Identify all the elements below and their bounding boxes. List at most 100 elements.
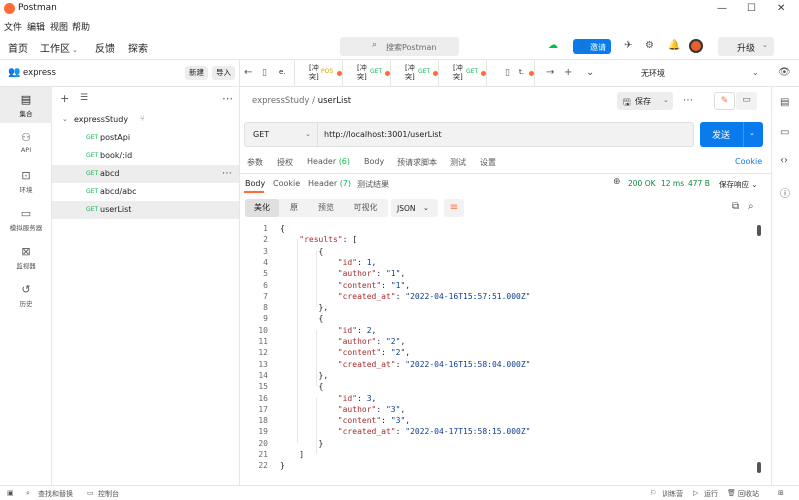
minimize-icon[interactable]: — <box>717 3 727 14</box>
tab-headers[interactable]: Header (6) <box>307 157 350 166</box>
menu-file[interactable]: 文件 <box>4 20 22 33</box>
format-raw[interactable]: 原 <box>279 199 309 217</box>
more-icon[interactable]: ⋯ <box>222 168 232 179</box>
find-replace-button[interactable]: 查找和替换 <box>38 489 73 499</box>
globe-icon[interactable]: ⊕ <box>613 177 621 187</box>
list-item[interactable]: GET abcd/abc <box>52 183 239 201</box>
tab-settings[interactable]: 设置 <box>480 157 496 168</box>
menu-view[interactable]: 视图 <box>50 20 68 33</box>
tab[interactable]: [冲突] GET <box>439 60 487 87</box>
more-icon[interactable]: ⋯ <box>222 92 233 105</box>
list-item[interactable]: GET abcd ⋯ <box>52 165 239 183</box>
collection-row[interactable]: ⌄ expressStudy ⑂ <box>52 111 239 129</box>
save-response-button[interactable]: 保存响应 ⌄ <box>719 179 758 190</box>
sidebar-item-history[interactable]: ↺ 历史 <box>0 277 52 313</box>
comment-icon[interactable]: ▭ <box>736 92 757 110</box>
tab-params[interactable]: 参数 <box>247 157 263 168</box>
tab-tests[interactable]: 测试 <box>450 157 466 168</box>
scrollbar-thumb[interactable] <box>757 225 761 236</box>
invite-button[interactable]: 👤 邀请 <box>573 39 611 54</box>
maximize-icon[interactable]: ☐ <box>747 3 756 14</box>
nav-explore[interactable]: 探索 <box>128 40 148 55</box>
tab-test-results[interactable]: 测试结果 <box>357 179 389 190</box>
cookies-link[interactable]: Cookie <box>735 157 762 166</box>
console-button[interactable]: 控制台 <box>98 489 119 499</box>
nav-home[interactable]: 首页 <box>8 40 28 55</box>
new-button[interactable]: 新建 <box>185 66 208 80</box>
sidebar-item-mock-servers[interactable]: ▭ 模拟服务器 <box>0 201 52 237</box>
upgrade-button[interactable]: 升级 ⌄ <box>718 37 774 56</box>
request-name: postApi <box>100 133 131 142</box>
tab-auth[interactable]: 授权 <box>277 157 293 168</box>
list-item[interactable]: GET userList <box>52 201 239 219</box>
nav-workspace[interactable]: 工作区 ⌄ <box>40 40 78 55</box>
environment-select[interactable]: 无环境 <box>641 68 665 79</box>
bootcamp-button[interactable]: 训练营 <box>662 489 683 499</box>
method-select[interactable]: GET ⌄ <box>244 122 318 147</box>
list-item[interactable]: GET postApi <box>52 129 239 147</box>
sidebar-item-collections[interactable]: ▤ 集合 <box>0 87 52 123</box>
sidebar-item-environments[interactable]: ⊡ 环境 <box>0 163 52 199</box>
tab-prerequest[interactable]: 预请求脚本 <box>397 157 437 168</box>
new-tab-icon[interactable]: + <box>564 67 572 78</box>
bell-icon[interactable]: 🔔 <box>668 40 680 51</box>
eye-icon[interactable]: 👁 <box>778 67 791 78</box>
api-icon: ⚇ <box>21 131 31 144</box>
more-icon[interactable]: ⋯ <box>683 95 693 106</box>
send-button[interactable]: 发送 ⌄ <box>700 122 763 147</box>
documentation-icon[interactable]: ▤ <box>780 97 789 108</box>
breadcrumb-parent[interactable]: expressStudy <box>252 96 309 106</box>
grid-icon[interactable]: ⊞ <box>778 489 784 497</box>
avatar[interactable] <box>689 39 703 53</box>
save-button[interactable]: 🖫 保存 ⌄ <box>617 92 673 110</box>
add-icon[interactable]: + <box>60 92 69 105</box>
copy-icon[interactable]: ⧉ <box>732 201 739 212</box>
info-icon[interactable]: ⓘ <box>780 185 790 200</box>
response-body-viewer[interactable]: 1 {2 "results": [3 {4 "id": 1, 5 "author":… <box>240 224 760 480</box>
wrap-lines-icon[interactable]: ≡ <box>444 199 464 217</box>
nav-feedback[interactable]: 反馈 <box>95 40 115 55</box>
tab-response-headers[interactable]: Header (7) <box>308 179 351 188</box>
search-input[interactable]: ⌕ 搜索Postman <box>340 37 459 56</box>
tab[interactable]: [冲突] POS <box>295 60 343 87</box>
tab-body[interactable]: Body <box>364 157 384 166</box>
satellite-icon[interactable]: ✈ <box>624 40 632 51</box>
tab-response-cookie[interactable]: Cookie <box>273 179 300 188</box>
scrollbar-thumb[interactable] <box>757 462 761 473</box>
comments-icon[interactable]: ▭ <box>780 127 789 138</box>
filter-icon[interactable]: ☰ <box>80 93 88 103</box>
tab[interactable]: [冲突] GET <box>343 60 391 87</box>
gear-icon[interactable]: ⚙ <box>645 40 654 51</box>
menu-help[interactable]: 帮助 <box>72 20 90 33</box>
tab-dropdown-icon[interactable]: ⌄ <box>586 67 594 78</box>
tab[interactable]: ▯ e. <box>258 60 295 87</box>
edit-icon[interactable]: ✎ <box>714 92 735 110</box>
list-item[interactable]: GET book/:id <box>52 147 239 165</box>
tab[interactable]: ▯ t. <box>487 60 535 87</box>
format-visualize[interactable]: 可视化 <box>343 199 388 217</box>
format-type-select[interactable]: JSON ⌄ <box>391 199 438 217</box>
sync-status-icon[interactable]: ☁ <box>548 40 558 51</box>
tab[interactable]: [冲突] GET <box>391 60 439 87</box>
search-icon[interactable]: ⌕ <box>748 201 754 212</box>
status-code[interactable]: 200 OK <box>628 179 656 188</box>
url-input[interactable]: http://localhost:3001/userList <box>318 122 694 147</box>
tab-response-body[interactable]: Body <box>245 179 265 188</box>
import-button[interactable]: 导入 <box>212 66 235 80</box>
response-size[interactable]: 477 B <box>688 179 710 188</box>
arrow-right-icon[interactable]: → <box>546 67 554 78</box>
runner-button[interactable]: 运行 <box>704 489 718 499</box>
chevron-down-icon[interactable]: ⌄ <box>752 68 759 77</box>
layout-icon[interactable]: ▣ <box>7 489 14 497</box>
code-icon[interactable]: ‹› <box>780 155 788 166</box>
response-time[interactable]: 12 ms <box>661 179 684 188</box>
arrow-left-icon[interactable]: ← <box>244 67 252 78</box>
close-icon[interactable]: ✕ <box>777 3 785 14</box>
format-pretty[interactable]: 美化 <box>245 199 279 217</box>
menu-edit[interactable]: 编辑 <box>27 20 45 33</box>
sidebar-item-monitors[interactable]: ⊠ 监视器 <box>0 239 52 275</box>
sidebar-item-api[interactable]: ⚇ API <box>0 125 52 161</box>
breadcrumb-current[interactable]: userList <box>318 96 351 106</box>
format-preview[interactable]: 预览 <box>309 199 343 217</box>
trash-button[interactable]: 回收站 <box>738 489 759 499</box>
